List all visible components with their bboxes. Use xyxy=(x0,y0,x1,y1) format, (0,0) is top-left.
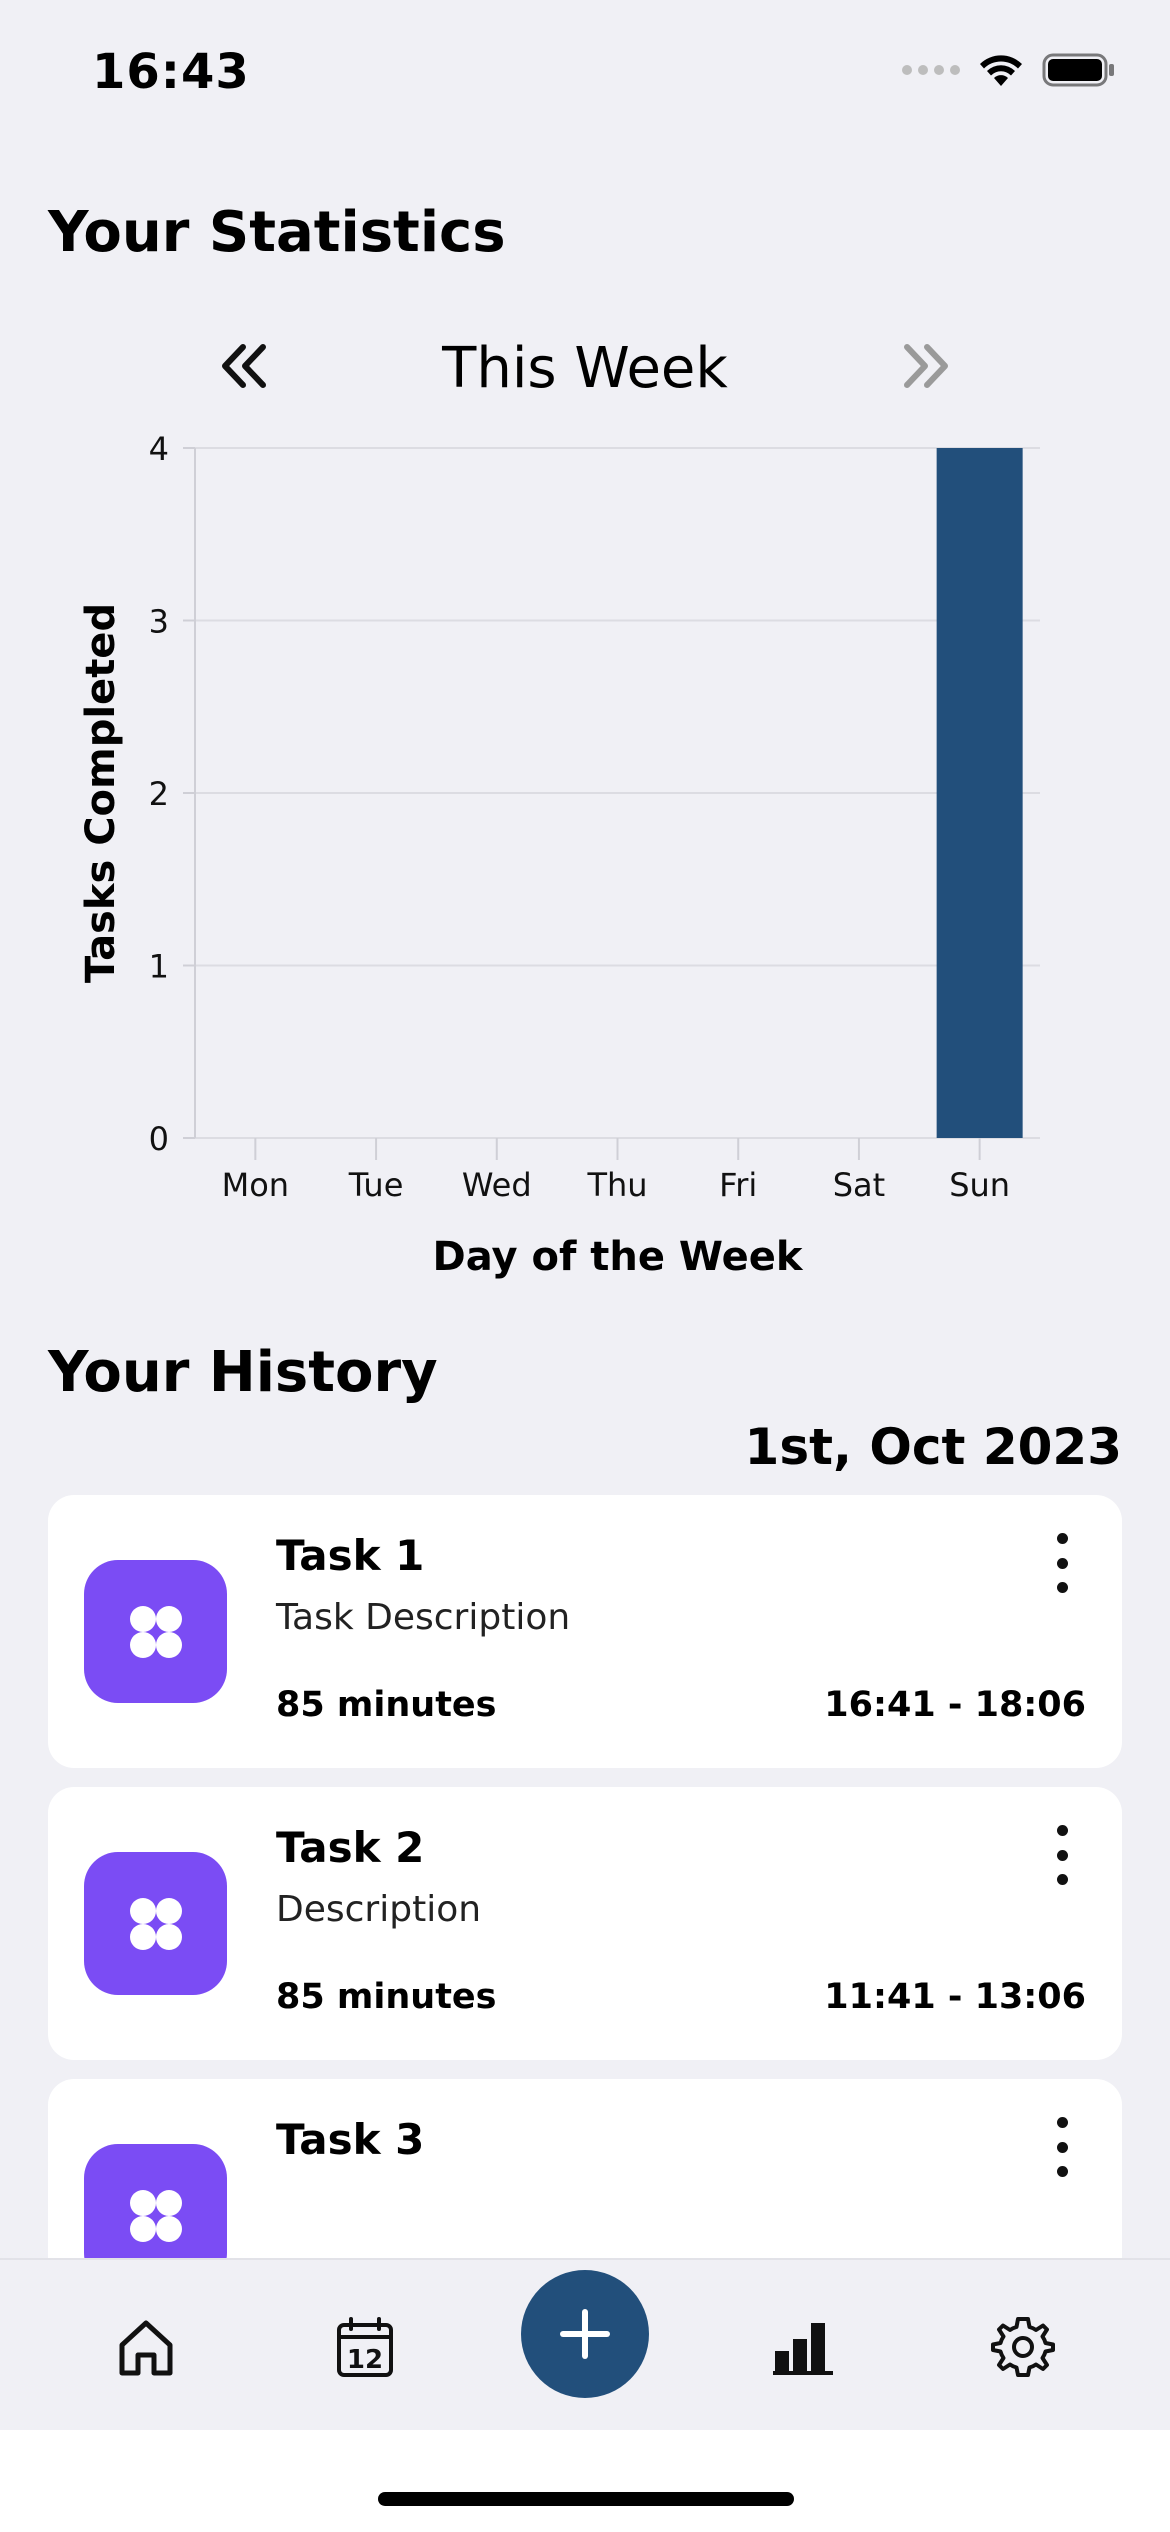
add-task-button[interactable] xyxy=(521,2270,649,2398)
task-name: Task 2 xyxy=(276,1823,425,1872)
task-name: Task 1 xyxy=(276,1531,425,1580)
x-tick-label: Wed xyxy=(462,1166,532,1204)
chart-bar-sun xyxy=(936,448,1023,1138)
task-card[interactable]: Task 2 Description 85 minutes 11:41 - 13… xyxy=(48,1787,1122,2060)
clover-icon xyxy=(129,2189,182,2242)
x-tick-label: Tue xyxy=(348,1166,404,1204)
history-title: Your History xyxy=(48,1340,438,1405)
task-category-icon xyxy=(84,1852,227,1995)
y-tick-label: 0 xyxy=(149,1120,169,1158)
statistics-title: Your Statistics xyxy=(48,200,506,265)
tab-home[interactable] xyxy=(111,2312,181,2382)
more-options-icon[interactable] xyxy=(1050,1825,1074,1885)
y-tick-label: 4 xyxy=(149,430,169,468)
y-tick-label: 3 xyxy=(149,603,169,641)
tasks-chart: 0 1 2 3 4 Mon Tue Wed Thu Fri Sat Sun Day of the Wee… xyxy=(0,420,1170,1300)
home-icon xyxy=(119,2320,173,2376)
tab-calendar[interactable]: 12 xyxy=(330,2312,400,2382)
task-card[interactable]: Task 1 Task Description 85 minutes 16:41… xyxy=(48,1495,1122,1768)
x-tick-label: Mon xyxy=(222,1166,289,1204)
battery-icon xyxy=(1042,53,1114,87)
tab-statistics[interactable] xyxy=(768,2312,838,2382)
week-navigator: This Week xyxy=(0,330,1170,410)
status-time: 16:43 xyxy=(92,44,250,100)
task-description: Task Description xyxy=(276,1597,571,1638)
task-time-range: 11:41 - 13:06 xyxy=(824,1977,1086,2017)
calendar-day-label: 12 xyxy=(347,2345,383,2375)
history-date: 1st, Oct 2023 xyxy=(744,1418,1122,1476)
x-tick-label: Sun xyxy=(949,1166,1010,1204)
clover-icon xyxy=(129,1897,182,1950)
wifi-icon xyxy=(980,55,1022,86)
status-icons xyxy=(902,52,1116,88)
tab-bar: 12 xyxy=(0,2258,1170,2432)
calendar-icon: 12 xyxy=(337,2317,393,2377)
task-description: Description xyxy=(276,1889,482,1930)
tasks-bar-chart: 0 1 2 3 4 Mon Tue Wed Thu Fri Sat Sun Day of the Wee… xyxy=(78,430,1040,1280)
x-tick-label: Sat xyxy=(833,1166,885,1204)
status-bar: 16:43 xyxy=(0,0,1170,150)
next-week-button[interactable] xyxy=(895,336,955,396)
tab-settings[interactable] xyxy=(988,2312,1058,2382)
home-indicator[interactable] xyxy=(378,2492,794,2506)
task-duration: 85 minutes xyxy=(276,1977,497,2017)
x-tick-label: Fri xyxy=(719,1166,757,1204)
plus-icon xyxy=(560,2309,610,2359)
cellular-signal-icon xyxy=(902,65,960,75)
clover-icon xyxy=(129,1605,182,1658)
chevron-double-right-icon xyxy=(904,344,948,388)
y-tick-label: 2 xyxy=(149,775,169,813)
x-tick-label: Thu xyxy=(586,1166,647,1204)
y-axis-title: Tasks Completed xyxy=(78,603,124,983)
week-label: This Week xyxy=(442,336,728,401)
more-options-icon[interactable] xyxy=(1050,2117,1074,2177)
task-duration: 85 minutes xyxy=(276,1685,497,1725)
gear-icon xyxy=(991,2317,1055,2377)
y-tick-label: 1 xyxy=(149,948,169,986)
task-list: Task 1 Task Description 85 minutes 16:41… xyxy=(48,1495,1122,2371)
task-name: Task 3 xyxy=(276,2115,425,2164)
task-category-icon xyxy=(84,1560,227,1703)
home-indicator-area xyxy=(0,2430,1170,2532)
bar-chart-icon xyxy=(773,2323,833,2375)
more-options-icon[interactable] xyxy=(1050,1533,1074,1593)
x-axis-title: Day of the Week xyxy=(433,1234,804,1280)
task-time-range: 16:41 - 18:06 xyxy=(824,1685,1086,1725)
